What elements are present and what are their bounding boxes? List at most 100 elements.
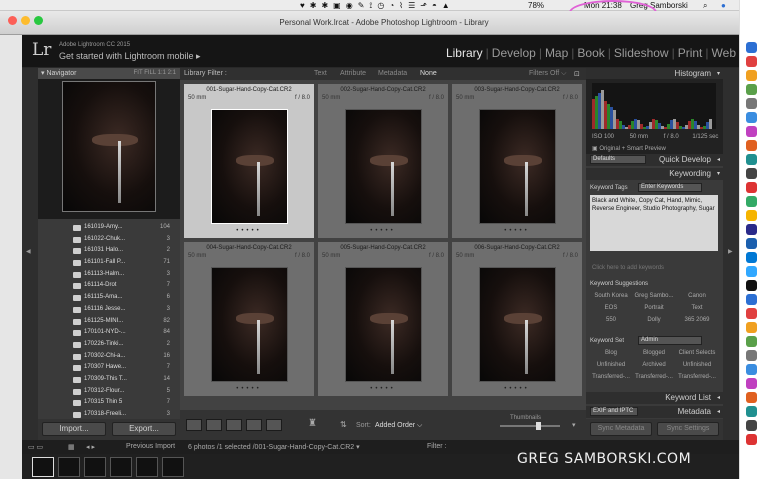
dock-app-icon[interactable] bbox=[746, 434, 757, 445]
grid-view-icon[interactable] bbox=[186, 419, 202, 431]
dock-app-icon[interactable] bbox=[746, 378, 757, 389]
dock-app-icon[interactable] bbox=[746, 336, 757, 347]
thumbnail-cell[interactable]: 006-Sugar-Hand-Copy-Cat.CR2 50 mm f / 8.0 •… bbox=[452, 242, 582, 396]
dock-app-icon[interactable] bbox=[746, 196, 757, 207]
dock-app-icon[interactable] bbox=[746, 294, 757, 305]
keyword-chip[interactable]: EOS bbox=[590, 305, 632, 311]
photo-thumbnail[interactable] bbox=[479, 109, 556, 224]
folder-row[interactable]: 170315 Thin 5 7 bbox=[38, 397, 180, 409]
saved-preset-select[interactable]: Defaults bbox=[590, 155, 646, 164]
people-view-icon[interactable] bbox=[266, 419, 282, 431]
folder-row[interactable]: 161019-Amy... 104 bbox=[38, 222, 180, 234]
keywords-textarea[interactable]: Black and White, Copy Cat, Hand, Mimic, … bbox=[590, 195, 718, 251]
module-develop[interactable]: Develop bbox=[492, 46, 536, 60]
module-map[interactable]: Map bbox=[545, 46, 568, 60]
dock-app-icon[interactable] bbox=[746, 364, 757, 375]
dock-app-icon[interactable] bbox=[746, 168, 757, 179]
metadata-preset-select[interactable]: EXIF and IPTC bbox=[590, 407, 638, 416]
photo-thumbnail[interactable] bbox=[345, 267, 422, 382]
module-print[interactable]: Print bbox=[678, 46, 703, 60]
folder-row[interactable]: 161113-Halm... 3 bbox=[38, 269, 180, 281]
dock-app-icon[interactable] bbox=[746, 126, 757, 137]
keyword-chip[interactable]: Transferred-... bbox=[590, 374, 632, 380]
back-arrow-icon[interactable]: ◂ ▸ bbox=[86, 443, 95, 451]
dock-app-icon[interactable] bbox=[746, 154, 757, 165]
keyword-chip[interactable]: Client Selects bbox=[676, 350, 718, 356]
menu-extras-icons[interactable]: ♥✱✱▣◉✎⟟◷◔⌇☰⬏◓▲ bbox=[300, 1, 455, 11]
rating-dots[interactable]: ••••• bbox=[318, 228, 448, 234]
lightroom-mobile-link[interactable]: Get started with Lightroom mobile ▸ bbox=[59, 51, 201, 62]
collapse-left-icon[interactable]: ◀ bbox=[26, 248, 31, 255]
filmstrip-thumbnail[interactable] bbox=[136, 457, 158, 477]
painter-icon[interactable]: ♜ bbox=[308, 418, 317, 429]
folder-row[interactable]: 161031 Halo... 2 bbox=[38, 245, 180, 257]
dock-app-icon[interactable] bbox=[746, 112, 757, 123]
filter-none[interactable]: None bbox=[420, 70, 437, 77]
folder-row[interactable]: 161116 Jesse... 3 bbox=[38, 304, 180, 316]
folder-row[interactable]: 170309-This T... 14 bbox=[38, 374, 180, 386]
dock-app-icon[interactable] bbox=[746, 238, 757, 249]
compare-view-icon[interactable] bbox=[226, 419, 242, 431]
export-button[interactable]: Export... bbox=[112, 422, 176, 436]
keyword-set-select[interactable]: Admin bbox=[638, 336, 702, 345]
sort-direction-icon[interactable]: ⇅ bbox=[340, 420, 347, 429]
filter-metadata[interactable]: Metadata bbox=[378, 70, 407, 77]
thumbnail-cell[interactable]: 001-Sugar-Hand-Copy-Cat.CR2 50 mm f / 8.0 •… bbox=[184, 84, 314, 238]
module-library[interactable]: Library bbox=[446, 46, 483, 60]
filmstrip-thumbnail[interactable] bbox=[84, 457, 106, 477]
toolbar-menu-icon[interactable]: ▾ bbox=[572, 421, 576, 429]
rating-dots[interactable]: ••••• bbox=[452, 386, 582, 392]
dock-app-icon[interactable] bbox=[746, 350, 757, 361]
metadata-header[interactable]: EXIF and IPTC Metadata ◂ bbox=[586, 406, 723, 418]
keyword-chip[interactable]: Text bbox=[676, 305, 718, 311]
rating-dots[interactable]: ••••• bbox=[184, 228, 314, 234]
sort-select[interactable]: Added Order ⌵ bbox=[375, 422, 422, 430]
rating-dots[interactable]: ••••• bbox=[318, 386, 448, 392]
siri-icon[interactable]: ● bbox=[721, 1, 726, 10]
keyword-chip[interactable]: Blogged bbox=[633, 350, 675, 356]
keyword-chip[interactable]: 550 bbox=[590, 317, 632, 323]
photo-thumbnail[interactable] bbox=[345, 109, 422, 224]
thumbnail-cell[interactable]: 004-Sugar-Hand-Copy-Cat.CR2 50 mm f / 8.0 •… bbox=[184, 242, 314, 396]
keyword-chip[interactable]: Transferred-... bbox=[676, 374, 718, 380]
filter-attribute[interactable]: Attribute bbox=[340, 70, 366, 77]
keyword-chip[interactable]: Blog bbox=[590, 350, 632, 356]
folder-row[interactable]: 170312-Flour... 5 bbox=[38, 386, 180, 398]
loupe-view-icon[interactable] bbox=[206, 419, 222, 431]
thumbnail-cell[interactable]: 005-Sugar-Hand-Copy-Cat.CR2 50 mm f / 8.0 •… bbox=[318, 242, 448, 396]
rating-dots[interactable]: ••••• bbox=[184, 386, 314, 392]
sync-metadata-button[interactable]: Sync Metadata bbox=[590, 422, 652, 436]
lock-icon[interactable]: ⊡ bbox=[574, 70, 580, 78]
dock-app-icon[interactable] bbox=[746, 182, 757, 193]
keyword-chip[interactable]: Canon bbox=[676, 293, 718, 299]
keyword-chip[interactable]: Transferred-... bbox=[633, 374, 675, 380]
folder-row[interactable]: 170307 Hawe... 7 bbox=[38, 362, 180, 374]
filmstrip-thumbnail[interactable] bbox=[162, 457, 184, 477]
folder-row[interactable]: 170302-Chi-a... 16 bbox=[38, 351, 180, 363]
spotlight-icon[interactable]: ⌕ bbox=[703, 1, 707, 11]
previous-import-source[interactable]: Previous Import bbox=[126, 443, 175, 450]
filter-text[interactable]: Text bbox=[314, 70, 327, 77]
thumbnail-slider-knob[interactable] bbox=[536, 422, 541, 430]
import-button[interactable]: Import... bbox=[42, 422, 106, 436]
right-panel-edge[interactable]: ▶ bbox=[723, 68, 739, 440]
filters-off-select[interactable]: Filters Off ⌵ bbox=[529, 70, 566, 78]
photo-thumbnail[interactable] bbox=[211, 109, 288, 224]
filmstrip-thumbnail[interactable] bbox=[110, 457, 132, 477]
navigator-header[interactable]: ▾ Navigator FIT FILL 1:1 2:1 bbox=[38, 68, 180, 79]
dock-app-icon[interactable] bbox=[746, 210, 757, 221]
rating-dots[interactable]: ••••• bbox=[452, 228, 582, 234]
left-panel-edge[interactable]: ◀ bbox=[22, 68, 38, 440]
survey-view-icon[interactable] bbox=[246, 419, 262, 431]
dock-app-icon[interactable] bbox=[746, 266, 757, 277]
keyword-chip[interactable]: Greg Sambo... bbox=[633, 293, 675, 299]
keyword-chip[interactable]: Unfinished bbox=[590, 362, 632, 368]
quick-develop-header[interactable]: Defaults Quick Develop ◂ bbox=[586, 154, 723, 166]
dock-app-icon[interactable] bbox=[746, 70, 757, 81]
thumbnail-cell[interactable]: 003-Sugar-Hand-Copy-Cat.CR2 50 mm f / 8.0 •… bbox=[452, 84, 582, 238]
keyword-chip[interactable]: Unfinished bbox=[676, 362, 718, 368]
dock-app-icon[interactable] bbox=[746, 322, 757, 333]
keywording-header[interactable]: Keywording ▾ bbox=[586, 168, 723, 180]
thumbnail-cell[interactable]: 002-Sugar-Hand-Copy-Cat.CR2 50 mm f / 8.0 •… bbox=[318, 84, 448, 238]
dock-app-icon[interactable] bbox=[746, 98, 757, 109]
